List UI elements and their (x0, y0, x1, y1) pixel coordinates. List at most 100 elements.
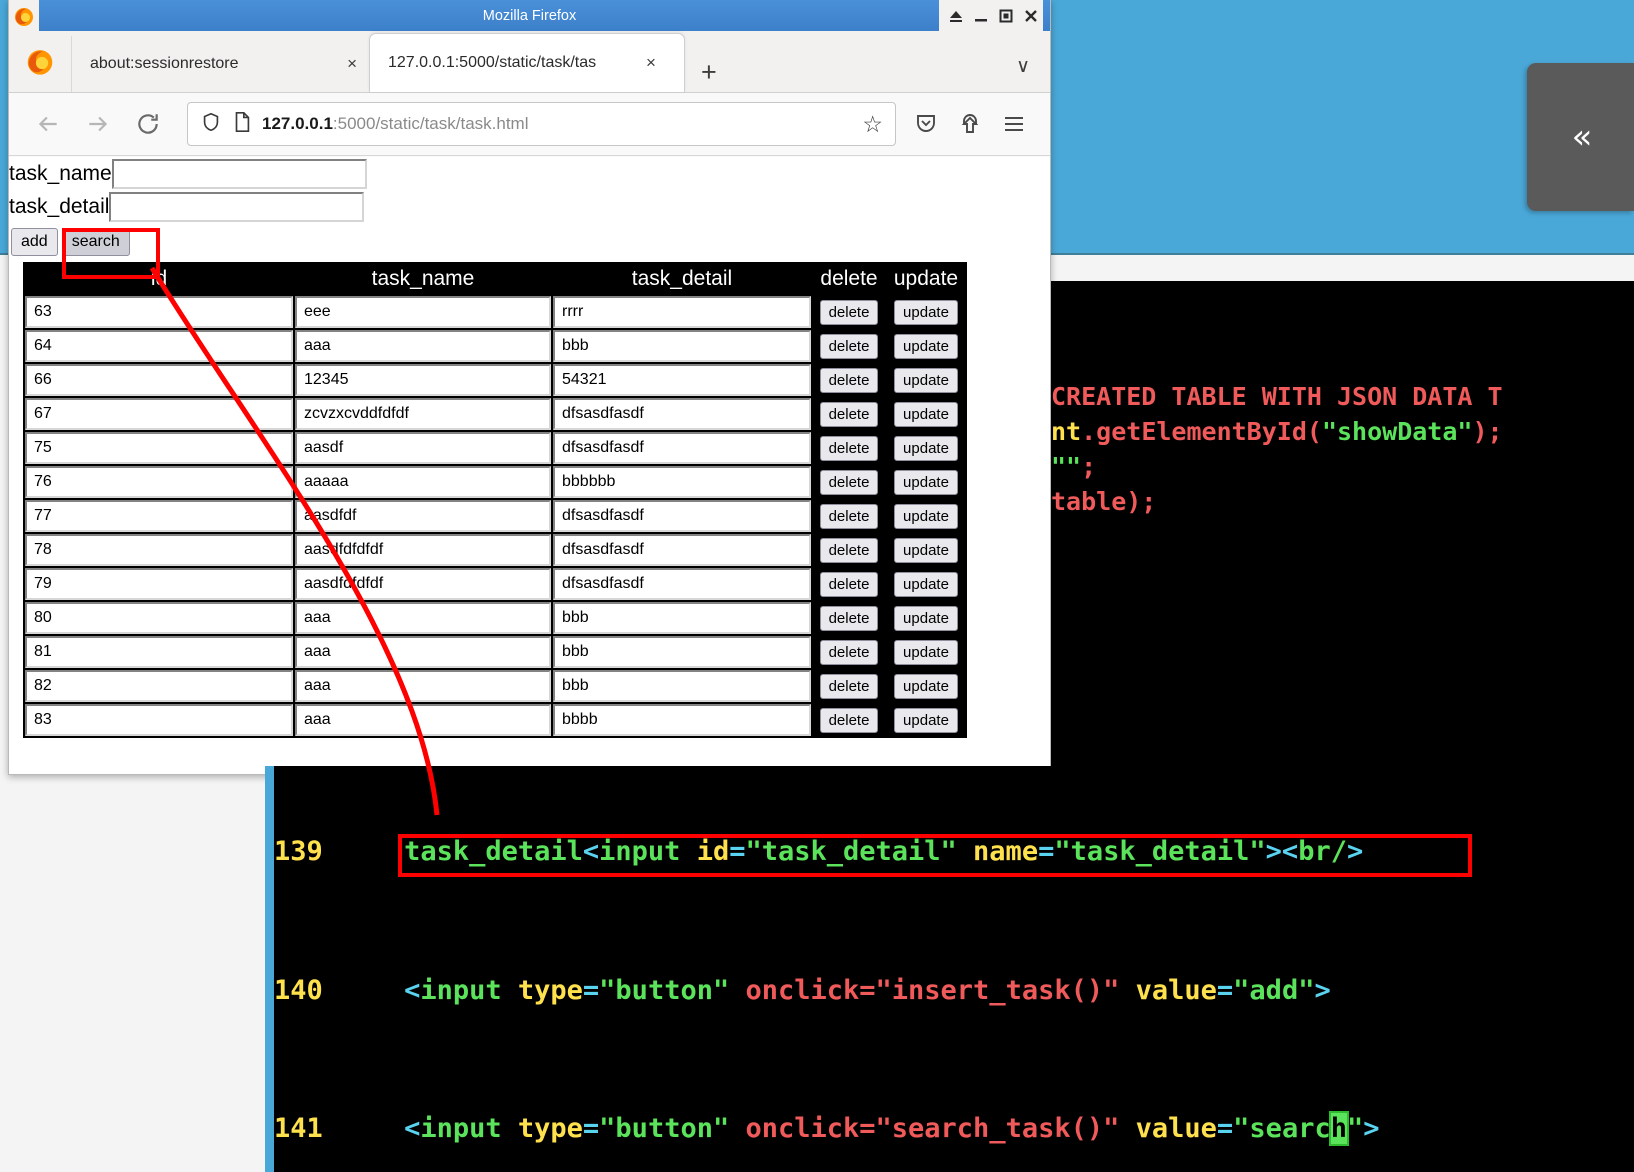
table-row: 80 aaa bbb (25, 602, 965, 634)
delete-button[interactable] (819, 299, 879, 325)
delete-button[interactable] (819, 605, 879, 631)
update-button[interactable] (894, 401, 958, 427)
reload-button[interactable] (123, 102, 173, 146)
task-id-cell: 80 (25, 602, 293, 634)
task-name-cell: aaa (295, 636, 551, 668)
bookmark-star-icon[interactable]: ☆ (862, 111, 883, 138)
tasks-table-body: 63eeerrrr64aaabbb66123455432167zcvzxcvdd… (25, 296, 965, 736)
shield-icon[interactable] (200, 111, 222, 138)
task-id-cell: 76 (25, 466, 293, 498)
update-button[interactable] (894, 367, 958, 393)
task-detail-label: task_detail (9, 194, 110, 218)
sidebar-collapse-handle[interactable]: « (1527, 63, 1634, 211)
task-name-cell: 12345 (295, 364, 551, 396)
update-button[interactable] (894, 673, 958, 699)
editor-line-140: 140 <input type="button" onclick="insert… (274, 974, 1331, 1006)
new-tab-button[interactable]: + (685, 59, 733, 92)
delete-button[interactable] (819, 571, 879, 597)
task-detail-cell: dfsasdfasdf (553, 534, 811, 566)
search-button[interactable] (61, 228, 130, 256)
delete-button[interactable] (819, 503, 879, 529)
minimize-icon[interactable] (973, 8, 989, 24)
tab-strip: about:sessionrestore × 127.0.0.1:5000/st… (9, 31, 1050, 93)
delete-button[interactable] (819, 673, 879, 699)
delete-button[interactable] (819, 537, 879, 563)
page-content: task_name task_detail id task_name task_… (9, 157, 1050, 774)
save-to-pocket-icon[interactable] (948, 102, 992, 146)
update-button-cell (887, 330, 965, 362)
tab-close-icon[interactable]: × (646, 53, 656, 73)
table-row: 83 aaa bbbb (25, 704, 965, 736)
update-button[interactable] (894, 469, 958, 495)
page-info-icon[interactable] (232, 111, 252, 138)
delete-button[interactable] (819, 435, 879, 461)
window-title: Mozilla Firefox (482, 7, 577, 24)
tab-sessionrestore[interactable]: about:sessionrestore × (71, 36, 369, 92)
update-button[interactable] (894, 333, 958, 359)
back-button[interactable] (23, 102, 73, 146)
update-button-cell (887, 466, 965, 498)
update-button[interactable] (894, 639, 958, 665)
update-button[interactable] (894, 707, 958, 733)
task-name-cell: aasdfdfdfdf (295, 568, 551, 600)
close-icon[interactable] (1023, 8, 1039, 24)
maximize-icon[interactable] (998, 8, 1014, 24)
table-row: 66 12345 54321 (25, 364, 965, 396)
task-name-cell: aaa (295, 670, 551, 702)
url-bar[interactable]: 127.0.0.1:5000/static/task/task.html ☆ (187, 102, 896, 146)
forward-button[interactable] (73, 102, 123, 146)
update-button[interactable] (894, 299, 958, 325)
update-button-cell (887, 398, 965, 430)
task-id-cell: 67 (25, 398, 293, 430)
table-row: 77 aasdfdf dfsasdfasdf (25, 500, 965, 532)
terminal-line-0: CREATED TABLE WITH JSON DATA T (1051, 382, 1503, 411)
column-header-task-name: task_name (295, 264, 551, 294)
update-button-cell (887, 636, 965, 668)
delete-button[interactable] (819, 639, 879, 665)
update-button-cell (887, 296, 965, 328)
delete-button[interactable] (819, 469, 879, 495)
list-all-tabs-icon[interactable]: ∨ (1016, 55, 1030, 78)
pocket-icon[interactable] (904, 102, 948, 146)
delete-button[interactable] (819, 707, 879, 733)
url-text[interactable]: 127.0.0.1:5000/static/task/task.html (262, 114, 852, 134)
update-button[interactable] (894, 537, 958, 563)
tab-close-icon[interactable]: × (347, 54, 357, 74)
task-detail-cell: bbb (553, 636, 811, 668)
navigation-toolbar: 127.0.0.1:5000/static/task/task.html ☆ (9, 93, 1050, 156)
update-button[interactable] (894, 435, 958, 461)
delete-button-cell (813, 636, 885, 668)
task-detail-input[interactable] (109, 191, 365, 222)
add-button[interactable] (11, 228, 58, 256)
table-row: 63 eee rrrr (25, 296, 965, 328)
form-row-task-name: task_name (9, 157, 1050, 190)
task-id-cell: 82 (25, 670, 293, 702)
hamburger-menu-icon[interactable] (992, 102, 1036, 146)
table-row: 64 aaa bbb (25, 330, 965, 362)
delete-button[interactable] (819, 333, 879, 359)
task-name-cell: aaa (295, 602, 551, 634)
tab-task-html[interactable]: 127.0.0.1:5000/static/task/tas × (369, 33, 685, 92)
firefox-window: Mozilla Firefox about:sessionrestore × 1… (8, 0, 1051, 775)
task-detail-cell: dfsasdfasdf (553, 568, 811, 600)
terminal-vim-panel[interactable]: 139 task_detail<input id="task_detail" n… (265, 766, 1634, 1172)
delete-button[interactable] (819, 367, 879, 393)
update-button-cell (887, 670, 965, 702)
eject-icon[interactable] (948, 8, 964, 24)
firefox-account-icon[interactable] (9, 30, 71, 92)
update-button-cell (887, 364, 965, 396)
delete-button-cell (813, 568, 885, 600)
update-button[interactable] (894, 605, 958, 631)
delete-button-cell (813, 466, 885, 498)
update-button[interactable] (894, 571, 958, 597)
editor-line-141: 141 <input type="button" onclick="search… (274, 1110, 1380, 1146)
table-header-row: id task_name task_detail delete update (25, 264, 965, 294)
update-button[interactable] (894, 503, 958, 529)
task-name-input[interactable] (111, 158, 367, 189)
table-row: 76 aaaaa bbbbbb (25, 466, 965, 498)
delete-button[interactable] (819, 401, 879, 427)
update-button-cell (887, 432, 965, 464)
update-button-cell (887, 568, 965, 600)
terminal-right-panel[interactable]: CREATED TABLE WITH JSON DATA T nt.getEle… (1051, 281, 1634, 775)
task-name-cell: aasdf (295, 432, 551, 464)
